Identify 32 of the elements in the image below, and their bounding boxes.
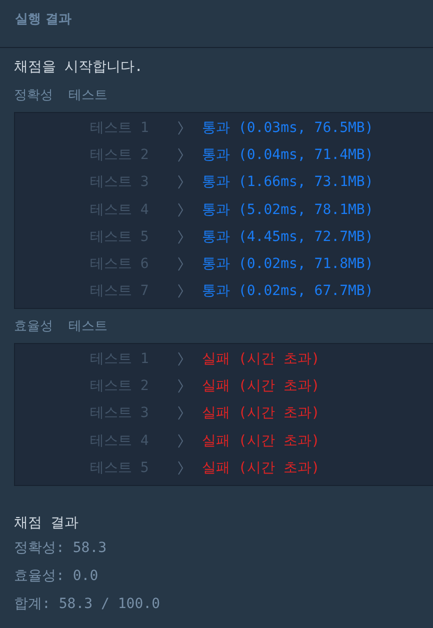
score-line: 효율성: 0.0 [14, 566, 100, 586]
chevron-icon [178, 434, 183, 448]
chevron-icon [178, 175, 183, 190]
section-title: 효율성 테스트 [14, 318, 109, 336]
status-message: 채점을 시작합니다. [14, 58, 144, 77]
test-result: 실패 (시간 초과) [202, 404, 320, 422]
chevron-icon [178, 284, 183, 298]
score-line: 합계: 58.3 / 100.0 [14, 594, 162, 614]
section-title: 정확성 테스트 [14, 87, 109, 105]
test-result: 통과 (0.02ms, 71.8MB) [202, 255, 374, 274]
score-line: 정확성: 58.3 [14, 538, 108, 558]
chevron-icon [178, 148, 183, 162]
test-result: 통과 (0.04ms, 71.4MB) [202, 146, 374, 164]
test-result: 실패 (시간 초과) [202, 432, 320, 450]
test-result: 통과 (5.02ms, 78.1MB) [202, 200, 374, 219]
test-result: 실패 (시간 초과) [202, 377, 320, 396]
test-result: 실패 (시간 초과) [202, 458, 320, 477]
chevron-icon [178, 406, 183, 420]
chevron-icon [178, 352, 183, 366]
chevron-icon [178, 202, 183, 217]
panel-title: 실행 결과 [15, 12, 72, 27]
test-result: 실패 (시간 초과) [202, 350, 320, 368]
chevron-icon [178, 120, 183, 135]
test-result: 통과 (0.03ms, 76.5MB) [202, 118, 374, 137]
test-result: 통과 (4.45ms, 72.7MB) [202, 228, 374, 246]
chevron-icon [178, 379, 183, 394]
test-result: 통과 (0.02ms, 67.7MB) [202, 282, 374, 300]
test-result: 통과 (1.66ms, 73.1MB) [202, 173, 374, 192]
chevron-icon [178, 460, 183, 475]
chevron-icon [178, 230, 183, 244]
summary-title: 채점 결과 [14, 514, 80, 533]
chevron-icon [178, 257, 183, 272]
